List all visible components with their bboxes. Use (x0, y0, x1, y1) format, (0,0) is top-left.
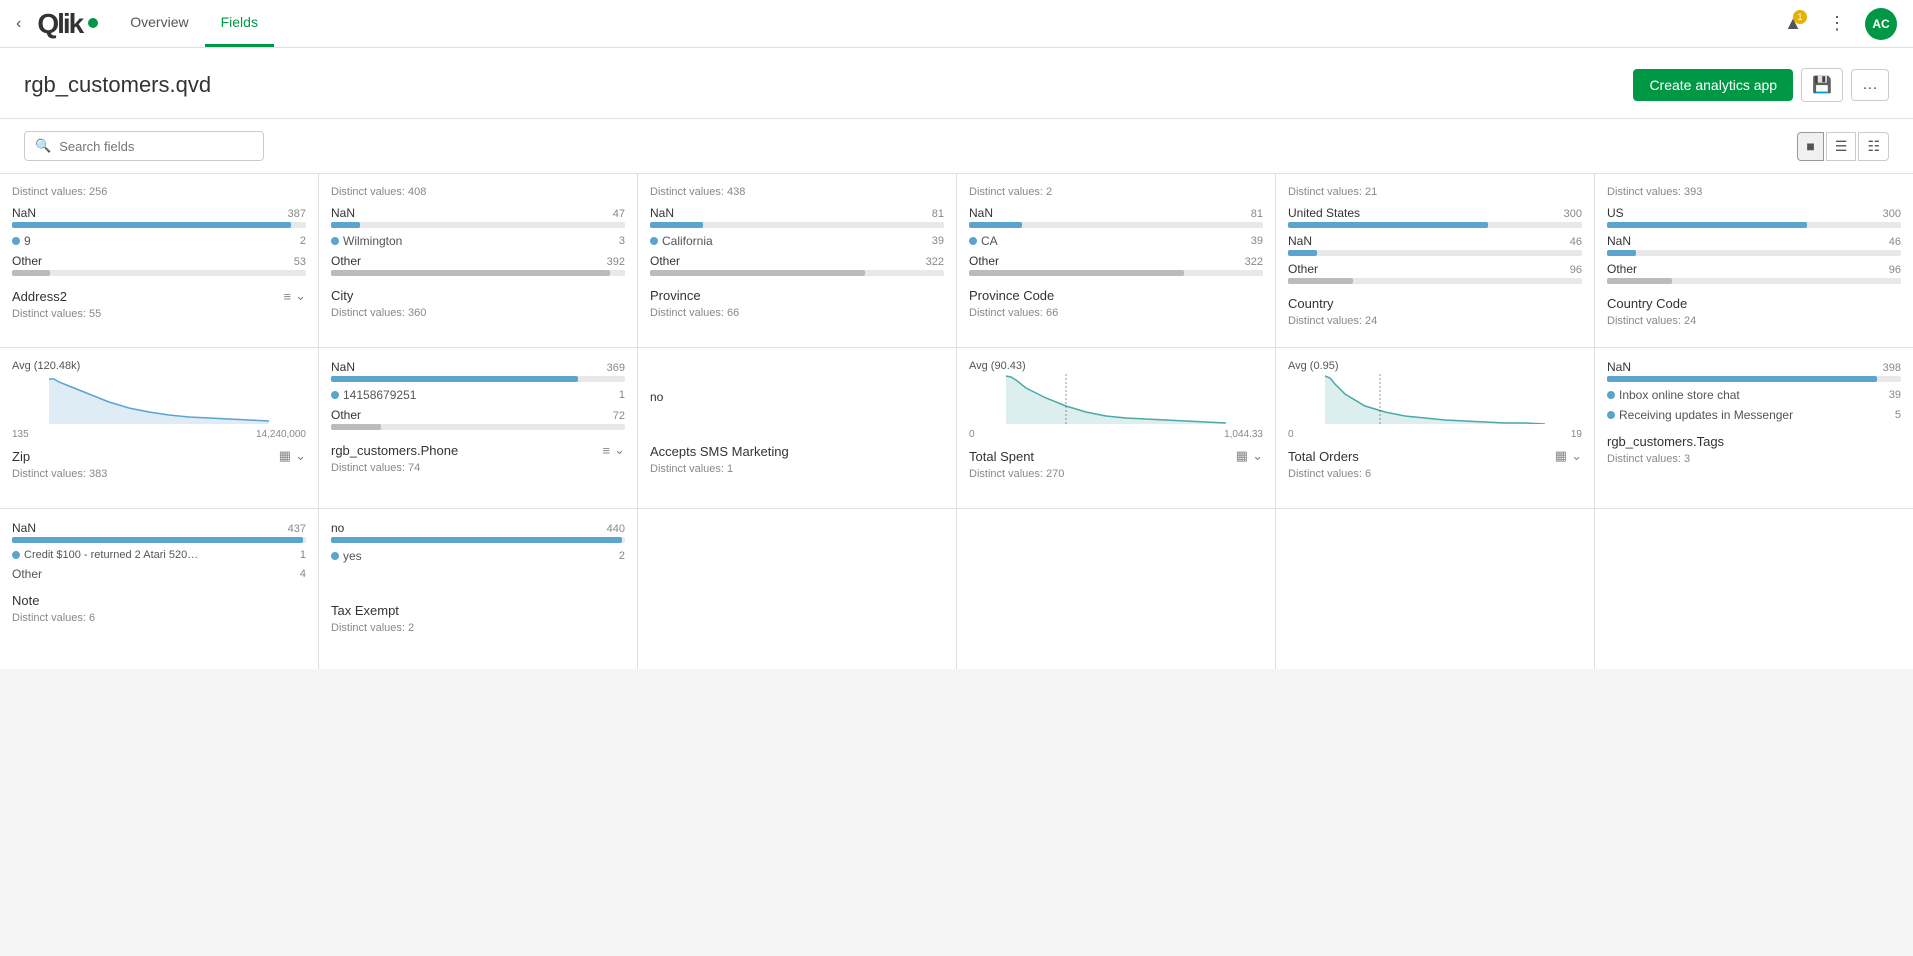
chart-type-icon[interactable]: ▦ (1555, 448, 1567, 464)
chart-type-icon[interactable]: ▦ (1236, 448, 1248, 464)
field-card-empty-1 (638, 509, 956, 669)
tab-overview[interactable]: Overview (114, 0, 204, 47)
total-spent-chart (969, 374, 1263, 424)
field-card-country-code-partial: Distinct values: 393 US 300 NaN 46 Other (1595, 174, 1913, 347)
list-item: Other 96 (1607, 262, 1901, 284)
list-item: no 440 (331, 521, 625, 543)
list-item: US 300 (1607, 206, 1901, 228)
list-item: NaN 46 (1607, 234, 1901, 256)
field-card-empty-3 (1276, 509, 1594, 669)
logo: Qlik (37, 8, 98, 40)
grid-icon: ⋮ (1828, 13, 1846, 34)
toolbar: 🔍 ■ ☰ ☷ (0, 119, 1913, 174)
list-item: NaN 81 (969, 206, 1263, 228)
grid-view-button[interactable]: ■ (1797, 132, 1823, 161)
field-card-address1-partial: Distinct values: 256 NaN 387 9 2 Other 5… (0, 174, 318, 347)
list-item: NaN 437 (12, 521, 306, 543)
list-view-button[interactable]: ☰ (1826, 132, 1857, 161)
view-toggles: ■ ☰ ☷ (1797, 132, 1889, 161)
page-title: rgb_customers.qvd (24, 72, 211, 98)
chevron-down-icon[interactable]: ⌄ (1252, 448, 1263, 464)
page-header: rgb_customers.qvd Create analytics app 💾… (0, 48, 1913, 119)
logo-text: Qlik (37, 8, 82, 40)
search-icon: 🔍 (35, 138, 51, 154)
field-card-country-partial: Distinct values: 21 United States 300 Na… (1276, 174, 1594, 347)
nav-tabs: Overview Fields (114, 0, 274, 47)
list-item: United States 300 (1288, 206, 1582, 228)
field-card-note: NaN 437 Credit $100 - returned 2 Atari 5… (0, 509, 318, 669)
field-card-tags: NaN 398 Inbox online store chat 39 Recei… (1595, 348, 1913, 508)
notifications-button[interactable]: ▲ 1 (1777, 8, 1809, 40)
logo-dot (88, 18, 98, 28)
search-input[interactable] (59, 139, 253, 154)
total-orders-chart (1288, 374, 1582, 424)
list-item: Other 96 (1288, 262, 1582, 284)
back-button[interactable]: ‹ (16, 15, 21, 33)
field-card-zip: Avg (120.48k) 135 14,240,000 Zip ▦ ⌄ Dis… (0, 348, 318, 508)
apps-grid-button[interactable]: ⋮ (1821, 8, 1853, 40)
fields-grid: Distinct values: 256 NaN 387 9 2 Other 5… (0, 174, 1913, 669)
app-header: ‹ Qlik Overview Fields ▲ 1 ⋮ AC (0, 0, 1913, 48)
field-card-tax-exempt: no 440 yes 2 Tax Exempt Distinct values:… (319, 509, 637, 669)
tab-fields[interactable]: Fields (205, 0, 274, 47)
list-item: Other 322 (969, 254, 1263, 276)
field-card-empty-4 (1595, 509, 1913, 669)
list-item: NaN 81 (650, 206, 944, 228)
header-left: ‹ Qlik Overview Fields (16, 0, 274, 47)
field-card-city-partial: Distinct values: 408 NaN 47 Wilmington 3… (319, 174, 637, 347)
list-item: NaN 398 (1607, 360, 1901, 382)
field-card-accepts-sms: no Accepts SMS Marketing Distinct values… (638, 348, 956, 508)
field-card-province-code-partial: Distinct values: 2 NaN 81 CA 39 Other 32… (957, 174, 1275, 347)
field-card-phone: NaN 369 14158679251 1 Other 72 rgb_cust (319, 348, 637, 508)
list-item: Other 53 (12, 254, 306, 276)
field-card-empty-2 (957, 509, 1275, 669)
list-item: NaN 369 (331, 360, 625, 382)
chevron-down-icon[interactable]: ⌄ (295, 448, 306, 464)
chevron-down-icon[interactable]: ⌄ (295, 288, 306, 304)
sort-icon[interactable]: ≡ (603, 442, 611, 458)
chart-type-icon[interactable]: ▦ (279, 448, 291, 464)
field-card-total-spent: Avg (90.43) 0 1,044.33 Total Spent ▦ ⌄ D… (957, 348, 1275, 508)
page-header-actions: Create analytics app 💾 … (1633, 68, 1889, 102)
chevron-down-icon[interactable]: ⌄ (1571, 448, 1582, 464)
grid-scroll-wrap[interactable]: Distinct values: 256 NaN 387 9 2 Other 5… (0, 174, 1913, 952)
more-options-button[interactable]: … (1851, 69, 1889, 101)
save-button[interactable]: 💾 (1801, 68, 1843, 102)
list-item: NaN 47 (331, 206, 625, 228)
table-view-button[interactable]: ☷ (1858, 132, 1889, 161)
create-analytics-app-button[interactable]: Create analytics app (1633, 69, 1793, 101)
field-card-province-partial: Distinct values: 438 NaN 81 California 3… (638, 174, 956, 347)
notification-badge: 1 (1793, 10, 1807, 24)
zip-chart (12, 374, 306, 424)
sort-icon[interactable]: ≡ (284, 288, 292, 304)
search-box[interactable]: 🔍 (24, 131, 264, 161)
list-item: Other 322 (650, 254, 944, 276)
chevron-down-icon[interactable]: ⌄ (614, 442, 625, 458)
list-item: Other 392 (331, 254, 625, 276)
field-card-total-orders: Avg (0.95) 0 19 Total Orders ▦ ⌄ Distinc… (1276, 348, 1594, 508)
header-right: ▲ 1 ⋮ AC (1777, 8, 1897, 40)
list-item: NaN 46 (1288, 234, 1582, 256)
list-item: NaN 387 (12, 206, 306, 228)
list-item: Other 72 (331, 408, 625, 430)
avatar[interactable]: AC (1865, 8, 1897, 40)
